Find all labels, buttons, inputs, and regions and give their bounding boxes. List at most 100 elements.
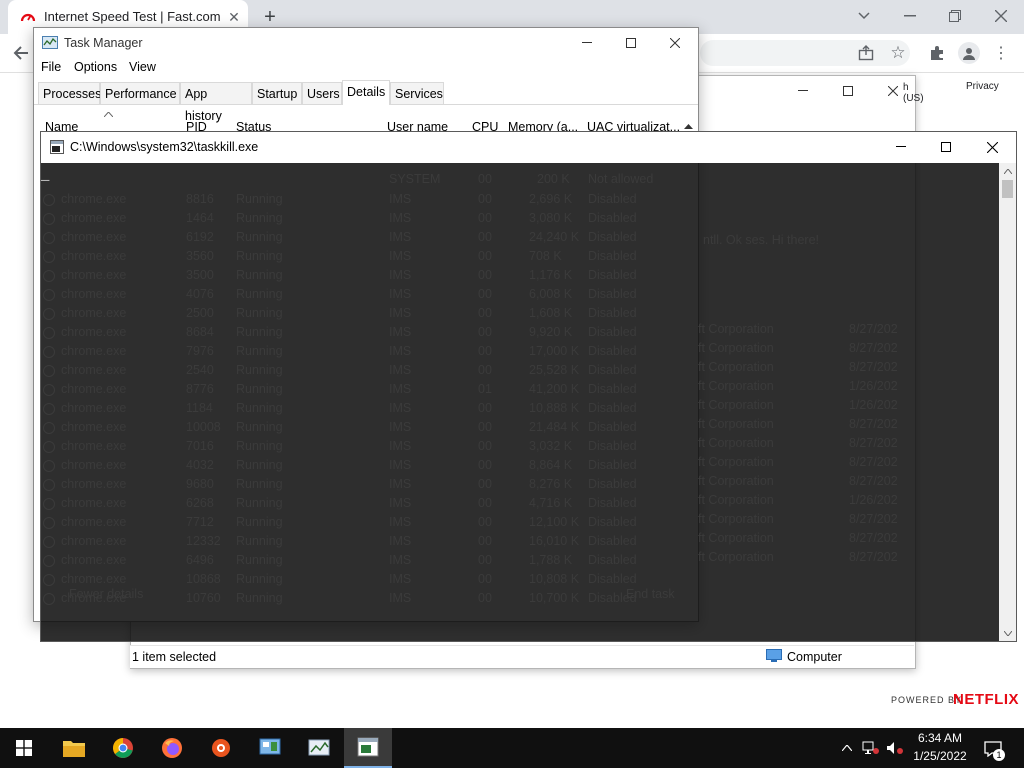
task-manager-taskbar-icon[interactable] <box>295 728 343 768</box>
firefox-icon[interactable] <box>148 728 196 768</box>
cell-user: IMS <box>389 363 412 377</box>
clock-time[interactable]: 6:34 AM <box>912 731 968 745</box>
console-scrollbar[interactable] <box>999 163 1016 641</box>
cell-user: IMS <box>389 249 412 263</box>
tab-performance[interactable]: Performance <box>100 82 180 104</box>
cell-user: IMS <box>389 287 412 301</box>
cell-mem: 24,240 K <box>529 230 580 244</box>
table-row[interactable]: chrome.exe 1464 Running IMS 00 3,080 K Disable… <box>41 210 701 229</box>
date-cell: 1/26/202 <box>849 493 898 507</box>
share-icon[interactable] <box>856 43 876 63</box>
table-row[interactable]: chrome.exe 4076 Running IMS 00 6,008 K Disable… <box>41 286 701 305</box>
end-task-button[interactable]: End task <box>626 587 675 601</box>
network-icon[interactable] <box>860 738 882 758</box>
console-close-icon[interactable] <box>980 137 1004 157</box>
table-row[interactable]: chrome.exe 7712 Running IMS 00 12,100 K Disabl… <box>41 514 701 533</box>
tab-processes[interactable]: Processes <box>38 82 101 104</box>
table-row[interactable]: chrome.exe 1184 Running IMS 00 10,888 K Disabl… <box>41 400 701 419</box>
profile-avatar-icon[interactable] <box>958 42 980 64</box>
tab-details[interactable]: Details <box>342 80 390 105</box>
vendor-cell: ft Corporation <box>698 550 774 564</box>
cell-user: IMS <box>389 230 412 244</box>
tab-startup[interactable]: Startup <box>252 82 302 104</box>
table-row[interactable]: chrome.exe 10008 Running IMS 00 21,484 K Disab… <box>41 419 701 438</box>
table-row[interactable]: chrome.exe 6496 Running IMS 00 1,788 K Disable… <box>41 552 701 571</box>
fewer-details-link[interactable]: Fewer details <box>69 587 143 601</box>
show-hidden-icons-chevron-icon[interactable] <box>838 738 856 758</box>
cell-mem: 3,032 K <box>529 439 573 453</box>
privacy-link[interactable]: Privacy <box>966 81 999 92</box>
console-scroll-thumb[interactable] <box>1002 180 1013 198</box>
extensions-puzzle-icon[interactable] <box>927 43 947 63</box>
vendor-cell: ft Corporation <box>698 493 774 507</box>
tm-maximize-icon[interactable] <box>618 32 644 54</box>
clock-date[interactable]: 1/25/2022 <box>910 749 970 763</box>
close-tab-icon[interactable]: ✕ <box>226 9 242 25</box>
cell-name: chrome.exe <box>61 382 127 396</box>
bg-close-icon[interactable] <box>881 81 905 101</box>
cell-pid: 3560 <box>186 249 214 263</box>
chrome-icon[interactable] <box>99 728 147 768</box>
tm-minimize-icon[interactable] <box>574 32 600 54</box>
tab-users[interactable]: Users <box>302 82 342 104</box>
table-row[interactable]: chrome.exe 3560 Running IMS 00 708 K Disabled <box>41 248 701 267</box>
cell-name: chrome.exe <box>61 287 127 301</box>
cell-cpu: 00 <box>478 420 492 434</box>
date-cell: 8/27/202 <box>849 322 898 336</box>
console-maximize-icon[interactable] <box>934 137 958 157</box>
console-scroll-up-icon[interactable] <box>1002 166 1013 176</box>
console-scroll-down-icon[interactable] <box>1002 628 1013 638</box>
computer-icon <box>766 649 782 663</box>
menu-view[interactable]: View <box>129 60 156 74</box>
table-row[interactable]: chrome.exe 2540 Running IMS 00 25,528 K Disabl… <box>41 362 701 381</box>
table-row[interactable]: chrome.exe 2500 Running IMS 00 1,608 K Disable… <box>41 305 701 324</box>
tab-services[interactable]: Services <box>390 82 444 104</box>
console-window[interactable]: C:\Windows\system32\taskkill.exe _ SYSTE… <box>40 131 1017 642</box>
browser-menu-icon[interactable]: ⋮ <box>993 43 1009 63</box>
table-row[interactable]: chrome.exe 4032 Running IMS 00 8,864 K Disable… <box>41 457 701 476</box>
browser-minimize-icon[interactable] <box>898 4 922 28</box>
table-row[interactable]: chrome.exe 7976 Running IMS 00 17,000 K Disabl… <box>41 343 701 362</box>
tab-app-history[interactable]: App history <box>180 82 252 123</box>
cell-mem: 10,808 K <box>529 572 580 586</box>
browser-restore-icon[interactable] <box>943 4 967 28</box>
cell-pid: 8816 <box>186 192 214 206</box>
menu-file[interactable]: File <box>41 60 61 74</box>
console-minimize-icon[interactable] <box>889 137 913 157</box>
address-bar[interactable] <box>700 40 910 66</box>
table-row[interactable]: chrome.exe 8684 Running IMS 00 9,920 K Disable… <box>41 324 701 343</box>
language-link[interactable]: h (US) <box>903 82 924 104</box>
file-explorer-icon[interactable] <box>50 728 98 768</box>
console-taskbar-icon[interactable] <box>344 728 392 768</box>
bg-minimize-icon[interactable] <box>791 81 815 101</box>
cell-uac: Disabled <box>588 572 637 586</box>
tab-search-icon[interactable] <box>852 4 876 28</box>
menu-options[interactable]: Options <box>74 60 117 74</box>
table-row[interactable]: chrome.exe 6192 Running IMS 00 24,240 K Disabl… <box>41 229 701 248</box>
table-row[interactable]: chrome.exe 3500 Running IMS 00 1,176 K Disable… <box>41 267 701 286</box>
cell-uac: Disabled <box>588 344 637 358</box>
cell-mem: 8,276 K <box>529 477 573 491</box>
app-orange-icon[interactable] <box>197 728 245 768</box>
table-row[interactable]: chrome.exe 9680 Running IMS 00 8,276 K Disable… <box>41 476 701 495</box>
table-row[interactable]: chrome.exe 8776 Running IMS 01 41,200 K Disabl… <box>41 381 701 400</box>
table-row[interactable]: chrome.exe 6268 Running IMS 00 4,716 K Disable… <box>41 495 701 514</box>
cell-user: IMS <box>389 572 412 586</box>
table-row[interactable]: chrome.exe 8816 Running IMS 00 2,696 K Disable… <box>41 191 701 210</box>
bookmark-star-icon[interactable]: ☆ <box>888 43 908 63</box>
control-panel-icon[interactable] <box>246 728 294 768</box>
chrome-process-icon <box>43 498 55 510</box>
cell-status: Running <box>236 496 283 510</box>
cell-pid: 10760 <box>186 591 221 605</box>
volume-muted-icon[interactable] <box>884 738 906 758</box>
bg-maximize-icon[interactable] <box>836 81 860 101</box>
cell-uac: Disabled <box>588 230 637 244</box>
cell-pid: 4076 <box>186 287 214 301</box>
back-arrow-icon[interactable] <box>10 42 32 64</box>
tm-close-icon[interactable] <box>662 32 688 54</box>
browser-close-icon[interactable] <box>989 4 1013 28</box>
start-windows-icon[interactable] <box>0 728 48 768</box>
table-row[interactable]: chrome.exe 7016 Running IMS 00 3,032 K Disable… <box>41 438 701 457</box>
table-row[interactable]: chrome.exe 12332 Running IMS 00 16,010 K Disab… <box>41 533 701 552</box>
netflix-logo[interactable]: NETFLIX <box>953 691 1019 708</box>
